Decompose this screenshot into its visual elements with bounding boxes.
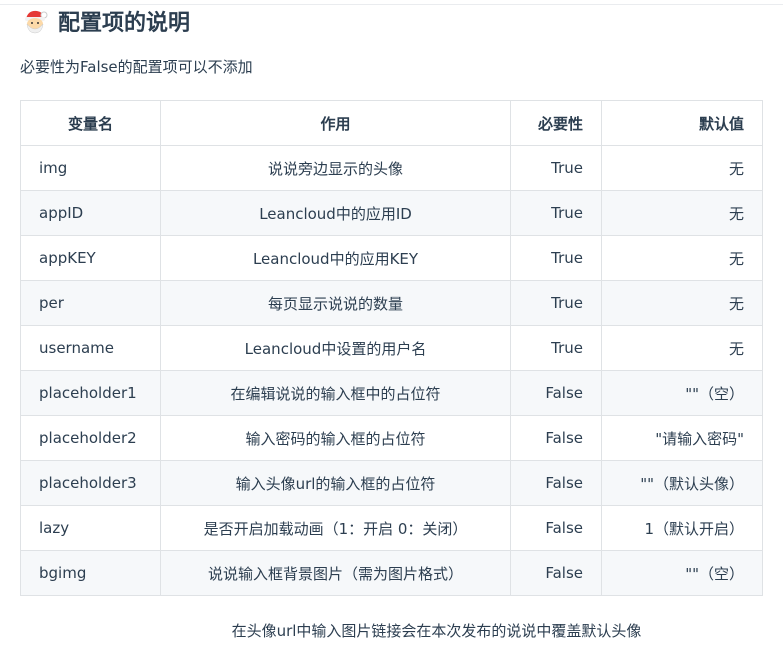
header-required: 必要性 [510,100,602,146]
table-header-row: 变量名 作用 必要性 默认值 [20,100,763,146]
cell-required: True [510,145,602,191]
footer-note: 在头像url中输入图片链接会在本次发布的说说中覆盖默认头像 [231,622,642,640]
header-variable: 变量名 [20,100,161,146]
cell-purpose: 输入头像url的输入框的占位符 [160,460,511,506]
cell-default: "请输入密码" [601,415,763,461]
cell-variable: per [20,280,161,326]
cell-required: True [510,280,602,326]
cell-default: 无 [601,145,763,191]
cell-required: False [510,550,602,596]
cell-variable: placeholder2 [20,415,161,461]
header-default: 默认值 [601,100,763,146]
table-row: placeholder2 输入密码的输入框的占位符 False "请输入密码" [20,415,763,461]
cell-purpose: 说说输入框背景图片（需为图片格式） [160,550,511,596]
cell-variable: placeholder1 [20,370,161,416]
heading-title: 配置项的说明 [58,11,191,36]
cell-purpose: 说说旁边显示的头像 [160,145,511,191]
cell-default: 无 [601,325,763,371]
table-row: placeholder1 在编辑说说的输入框中的占位符 False ""（空） [20,370,763,416]
cell-default: 无 [601,280,763,326]
table-row: lazy 是否开启加载动画（1：开启 0：关闭） False 1（默认开启） [20,505,763,551]
cell-required: False [510,460,602,506]
table-row: appID Leancloud中的应用ID True 无 [20,190,763,236]
table-row: placeholder3 输入头像url的输入框的占位符 False ""（默认头像） [20,460,763,506]
cell-variable: placeholder3 [20,460,161,506]
header-purpose: 作用 [160,100,511,146]
cell-required: False [510,505,602,551]
config-table: 变量名 作用 必要性 默认值 img 说说旁边显示的头像 True 无 appID Lea… [20,100,763,596]
cell-required: True [510,325,602,371]
cell-required: True [510,235,602,281]
cell-purpose: 是否开启加载动画（1：开启 0：关闭） [160,505,511,551]
cell-purpose: Leancloud中的应用KEY [160,235,511,281]
table-row: username Leancloud中设置的用户名 True 无 [20,325,763,371]
cell-purpose: 在编辑说说的输入框中的占位符 [160,370,511,416]
cell-variable: username [20,325,161,371]
cell-variable: appID [20,190,161,236]
cell-purpose: Leancloud中设置的用户名 [160,325,511,371]
cell-variable: lazy [20,505,161,551]
cell-default: ""（默认头像） [601,460,763,506]
cell-default: ""（空） [601,550,763,596]
santa-icon [22,8,48,34]
cell-purpose: Leancloud中的应用ID [160,190,511,236]
table-row: img 说说旁边显示的头像 True 无 [20,145,763,191]
table-row: per 每页显示说说的数量 True 无 [20,280,763,326]
cell-purpose: 输入密码的输入框的占位符 [160,415,511,461]
cell-default: ""（空） [601,370,763,416]
cell-required: False [510,370,602,416]
cell-required: True [510,190,602,236]
note-text: 必要性为False的配置项可以不添加 [20,58,253,76]
cell-variable: img [20,145,161,191]
cell-variable: bgimg [20,550,161,596]
table-row: bgimg 说说输入框背景图片（需为图片格式） False ""（空） [20,550,763,596]
cell-default: 1（默认开启） [601,505,763,551]
cell-variable: appKEY [20,235,161,281]
table-row: appKEY Leancloud中的应用KEY True 无 [20,235,763,281]
cell-default: 无 [601,190,763,236]
cell-default: 无 [601,235,763,281]
section-heading: 配置项的说明 [22,4,190,38]
cell-purpose: 每页显示说说的数量 [160,280,511,326]
cell-required: False [510,415,602,461]
